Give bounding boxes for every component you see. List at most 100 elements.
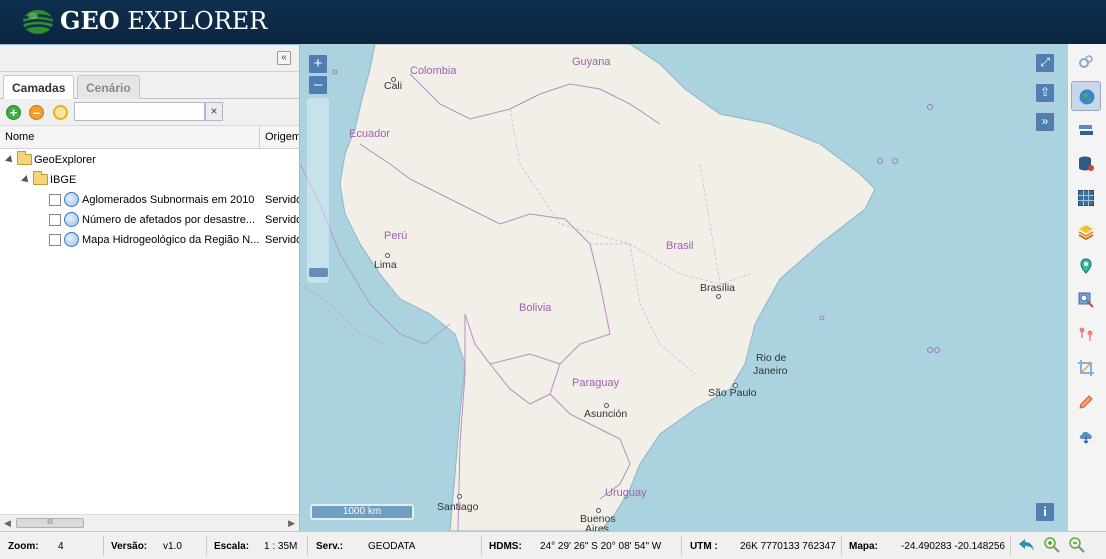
- map-country-label: Ecuador: [349, 128, 390, 140]
- remove-layer-button[interactable]: –: [29, 105, 44, 120]
- layers-stack-icon[interactable]: [1071, 217, 1101, 247]
- layer-tree: GeoExplorer IBGE Aglomerados Subnormais …: [0, 149, 299, 509]
- right-toolbar: [1067, 44, 1106, 531]
- layer-origin: Servidor: [265, 234, 299, 246]
- column-header-name[interactable]: Nome: [5, 131, 34, 143]
- tree-node-root[interactable]: GeoExplorer: [0, 151, 299, 171]
- hdms-label: HDMS:: [489, 541, 522, 552]
- layer-checkbox[interactable]: [49, 194, 61, 206]
- crop-icon[interactable]: [1071, 353, 1101, 383]
- horizontal-scrollbar[interactable]: ◀ III ▶: [0, 514, 299, 531]
- status-bar: Zoom: 4 Versão: v1.0 Escala: 1 : 35M Ser…: [0, 531, 1106, 559]
- layer-origin: Servidor: [265, 214, 299, 226]
- zoom-in-button[interactable]: +: [307, 53, 329, 75]
- fullscreen-icon[interactable]: ⤢: [1034, 52, 1056, 74]
- utm-label: UTM :: [690, 541, 718, 552]
- city-label: Cali: [384, 80, 403, 92]
- expand-overview-icon[interactable]: »: [1034, 111, 1056, 133]
- layer-label: Mapa Hidrogeológico da Região N...: [82, 234, 260, 246]
- map-country-label: Perú: [384, 230, 408, 242]
- scale-line: 1000 km: [310, 504, 414, 520]
- route-points-icon[interactable]: [1071, 319, 1101, 349]
- layers-panel: « Camadas Cenário + – × Nome Origem GeoE…: [0, 44, 300, 531]
- tree-node-layer[interactable]: Número de afetados por desastre... Servi…: [0, 211, 299, 231]
- panel-tabs: Camadas Cenário: [0, 72, 299, 100]
- status-divider: [841, 536, 842, 556]
- layer-checkbox[interactable]: [49, 234, 61, 246]
- status-divider: [307, 536, 308, 556]
- upload-icon[interactable]: ⇧: [1034, 82, 1056, 104]
- server-value: GEODATA: [368, 541, 416, 552]
- layer-search-input[interactable]: [74, 102, 205, 121]
- layers-toolbar: + – ×: [0, 99, 299, 126]
- tab-camadas[interactable]: Camadas: [3, 75, 75, 100]
- panel-header: «: [0, 45, 299, 72]
- pencil-icon[interactable]: [1071, 387, 1101, 417]
- city-marker: [716, 294, 721, 299]
- tree-node-group[interactable]: IBGE: [0, 171, 299, 191]
- city-marker: [457, 494, 462, 499]
- scale-label: 1000 km: [342, 506, 382, 517]
- city-label: Aires: [585, 523, 609, 531]
- undo-icon[interactable]: [1018, 536, 1036, 554]
- map-country-label: Guyana: [572, 56, 611, 68]
- version-value: v1.0: [163, 541, 182, 552]
- zoom-out-icon[interactable]: [1068, 536, 1086, 554]
- map-coord-label: Mapa:: [849, 541, 878, 552]
- tree-node-layer[interactable]: Mapa Hidrogeológico da Região N... Servi…: [0, 231, 299, 251]
- layer-swap-icon[interactable]: [1071, 115, 1101, 145]
- map-country-label: Paraguay: [572, 377, 620, 389]
- wms-layer-icon: [64, 212, 79, 227]
- info-button[interactable]: i: [1034, 501, 1056, 523]
- folder-icon: [33, 171, 48, 185]
- city-label: Rio de: [756, 352, 787, 364]
- zoom-status-value: 4: [58, 541, 64, 552]
- status-divider: [681, 536, 682, 556]
- clear-search-button[interactable]: ×: [205, 102, 223, 121]
- expand-arrow-icon[interactable]: [21, 175, 31, 185]
- hdms-value: 24° 29' 26" S 20° 08' 54" W: [540, 541, 662, 552]
- layer-grid-header: Nome Origem: [0, 126, 299, 149]
- search-location-icon[interactable]: [1071, 285, 1101, 315]
- tree-node-label: IBGE: [50, 174, 77, 186]
- column-header-origin[interactable]: Origem: [259, 126, 299, 148]
- city-label: Santiago: [437, 501, 479, 513]
- tab-cenario[interactable]: Cenário: [77, 75, 140, 99]
- scroll-left-icon[interactable]: ◀: [4, 518, 11, 529]
- tree-node-layer[interactable]: Aglomerados Subnormais em 2010 Servidor: [0, 191, 299, 211]
- status-divider: [1010, 536, 1011, 556]
- collapse-panel-button[interactable]: «: [277, 51, 291, 65]
- map-country-label: Brasil: [666, 240, 694, 252]
- map-coord-value: -24.490283 -20.148256: [901, 541, 1005, 552]
- layer-label: Aglomerados Subnormais em 2010: [82, 194, 255, 206]
- zoom-out-button[interactable]: –: [307, 74, 329, 96]
- grid-icon[interactable]: [1071, 183, 1101, 213]
- database-icon[interactable]: [1071, 149, 1101, 179]
- map-canvas[interactable]: Colombia Guyana Ecuador Perú Brasil Boli…: [300, 44, 1067, 531]
- status-divider: [206, 536, 207, 556]
- app-logo-text: GEO EXPLORER: [60, 6, 268, 35]
- map-pin-icon[interactable]: [1071, 251, 1101, 281]
- zoom-in-icon[interactable]: [1043, 536, 1061, 554]
- logo-globe-icon: [22, 10, 54, 34]
- map-country-label: Uruguay: [605, 487, 647, 499]
- add-layer-button[interactable]: +: [6, 105, 21, 120]
- version-label: Versão:: [111, 541, 148, 552]
- scroll-right-icon[interactable]: ▶: [288, 518, 295, 529]
- map-basemap: [300, 44, 940, 531]
- zoom-slider[interactable]: [307, 98, 329, 283]
- city-label: Lima: [374, 259, 397, 271]
- settings-gears-icon[interactable]: [1071, 47, 1101, 77]
- refresh-button[interactable]: [53, 105, 68, 120]
- scale-status-value: 1 : 35M: [264, 541, 298, 552]
- app-header: GEO EXPLORER: [0, 0, 1106, 44]
- cloud-download-icon[interactable]: [1071, 421, 1101, 451]
- expand-arrow-icon[interactable]: [5, 155, 15, 165]
- layer-label: Número de afetados por desastre...: [82, 214, 256, 226]
- globe-icon[interactable]: [1071, 81, 1101, 111]
- zoom-slider-thumb[interactable]: [309, 268, 328, 277]
- layer-checkbox[interactable]: [49, 214, 61, 226]
- city-marker: [385, 253, 390, 258]
- scroll-thumb[interactable]: III: [16, 518, 84, 528]
- folder-icon: [17, 151, 32, 165]
